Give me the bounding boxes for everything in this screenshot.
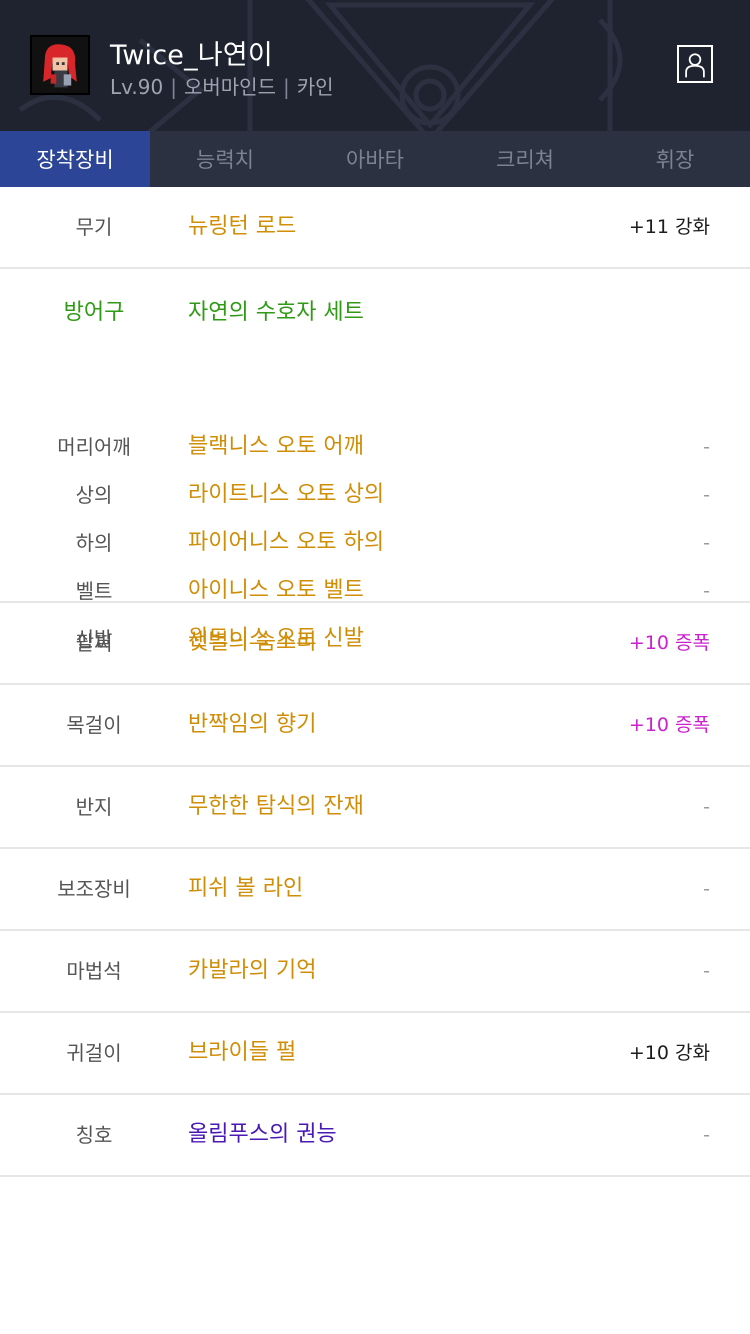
item-name[interactable]: 파이어니스 오토 하의 — [188, 519, 384, 567]
slot-label: 하의 — [75, 531, 113, 555]
tab-equipment[interactable]: 장착장비 — [0, 131, 150, 187]
item-name[interactable]: 올림푸스의 권능 — [188, 1095, 337, 1175]
item-name[interactable]: 샛별의 숨소리 — [188, 603, 316, 683]
item-name[interactable]: 카발라의 기억 — [188, 931, 316, 1011]
slot-label: 보조장비 — [57, 877, 131, 901]
item-name[interactable]: 피쉬 볼 라인 — [188, 849, 303, 929]
slot-label: 방어구 — [63, 300, 125, 325]
slot-label: 머리어깨 — [57, 435, 131, 459]
equipment-row-weapon[interactable]: 무기 뉴링턴 로드 +11 강화 — [0, 187, 750, 269]
slot-label: 목걸이 — [66, 713, 122, 737]
armor-set-row[interactable]: 방어구 자연의 수호자 세트 — [0, 289, 750, 337]
character-avatar[interactable] — [30, 35, 90, 95]
tab-bar: 장착장비 능력치 아바타 크리쳐 휘장 — [0, 131, 750, 187]
enhancement-value: - — [703, 1124, 710, 1146]
equipment-row-magic-stone[interactable]: 마법석 카발라의 기억 - — [0, 931, 750, 1013]
info-separator: | — [170, 75, 177, 99]
character-portrait-icon — [32, 37, 88, 93]
slot-label: 무기 — [75, 215, 113, 239]
slot-label: 반지 — [75, 795, 113, 819]
equipment-row-bottom[interactable]: 하의 파이어니스 오토 하의 - — [0, 519, 750, 567]
enhancement-value: - — [703, 796, 710, 818]
item-name[interactable]: 블랙니스 오토 어깨 — [188, 423, 364, 471]
equipment-row-shoulder[interactable]: 머리어깨 블랙니스 오토 어깨 - — [0, 423, 750, 471]
enhancement-value: - — [703, 960, 710, 982]
enhancement-value: +10 강화 — [628, 1042, 710, 1064]
item-name[interactable]: 뉴링턴 로드 — [188, 187, 296, 267]
info-separator: | — [282, 75, 290, 99]
character-info: Lv.90 | 오버마인드 | 카인 — [110, 71, 334, 100]
character-level: Lv.90 — [110, 75, 164, 99]
slot-label: 상의 — [75, 483, 113, 507]
set-name[interactable]: 자연의 수호자 세트 — [188, 289, 364, 337]
character-name: Twice_나연이 — [110, 40, 273, 71]
equipment-row-necklace[interactable]: 목걸이 반짝임의 향기 +10 증폭 — [0, 685, 750, 767]
item-name[interactable]: 브라이들 펄 — [188, 1013, 296, 1093]
enhancement-value: +11 강화 — [628, 216, 710, 238]
slot-label: 칭호 — [75, 1123, 113, 1147]
tab-creature[interactable]: 크리쳐 — [450, 131, 600, 187]
enhancement-value: - — [703, 436, 710, 458]
enhancement-value: - — [703, 484, 710, 506]
item-name[interactable]: 반짝임의 향기 — [188, 685, 316, 765]
tab-insignia[interactable]: 휘장 — [600, 131, 750, 187]
equipment-row-earring[interactable]: 귀걸이 브라이들 펄 +10 강화 — [0, 1013, 750, 1095]
character-header: Twice_나연이 Lv.90 | 오버마인드 | 카인 — [0, 0, 750, 131]
item-name[interactable]: 무한한 탐식의 잔재 — [188, 767, 364, 847]
equipment-row-bracelet[interactable]: 팔찌 샛별의 숨소리 +10 증폭 — [0, 603, 750, 685]
equipment-row-top[interactable]: 상의 라이트니스 오토 상의 - — [0, 471, 750, 519]
tab-stats[interactable]: 능력치 — [150, 131, 300, 187]
armor-section: 방어구 자연의 수호자 세트 머리어깨 블랙니스 오토 어깨 - 상의 라이트니… — [0, 269, 750, 651]
slot-label: 귀걸이 — [66, 1041, 122, 1065]
character-world: 카인 — [296, 75, 334, 99]
character-job: 오버마인드 — [183, 75, 276, 99]
item-name[interactable]: 라이트니스 오토 상의 — [188, 471, 384, 519]
person-profile-icon — [685, 53, 705, 78]
slot-label: 마법석 — [66, 959, 122, 983]
equipment-list: 무기 뉴링턴 로드 +11 강화 방어구 자연의 수호자 세트 머리어깨 블랙니… — [0, 187, 750, 1177]
equipment-row-title[interactable]: 칭호 올림푸스의 권능 - — [0, 1095, 750, 1177]
enhancement-value: +10 증폭 — [628, 714, 710, 736]
equipment-row-support[interactable]: 보조장비 피쉬 볼 라인 - — [0, 849, 750, 931]
slot-label: 팔찌 — [75, 631, 113, 655]
enhancement-value: - — [703, 878, 710, 900]
profile-button[interactable] — [677, 45, 713, 83]
enhancement-value: - — [703, 532, 710, 554]
tab-avatar[interactable]: 아바타 — [300, 131, 450, 187]
enhancement-value: +10 증폭 — [628, 632, 710, 654]
equipment-row-ring[interactable]: 반지 무한한 탐식의 잔재 - — [0, 767, 750, 849]
